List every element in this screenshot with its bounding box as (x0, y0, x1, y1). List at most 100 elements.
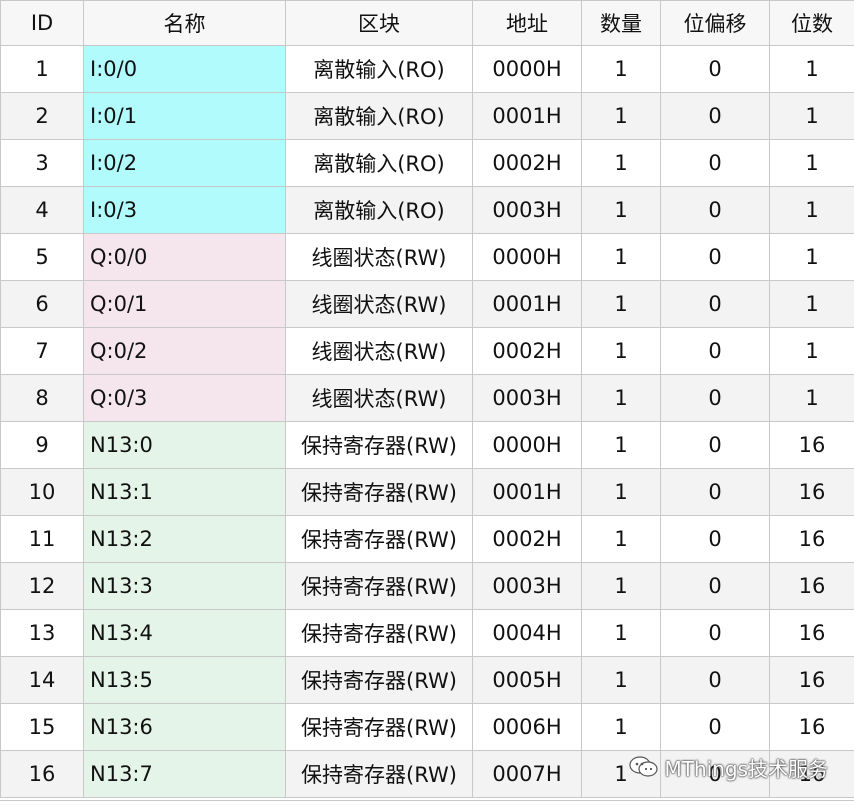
column-header-address[interactable]: 地址 (472, 0, 582, 46)
cell-name[interactable]: N13:3 (83, 562, 286, 610)
cell-id[interactable]: 9 (0, 421, 84, 469)
cell-bit-offset[interactable]: 0 (660, 421, 770, 469)
cell-address[interactable]: 0004H (472, 609, 582, 657)
cell-bits[interactable]: 16 (769, 421, 854, 469)
cell-name[interactable]: N13:5 (83, 656, 286, 704)
cell-count[interactable]: 1 (581, 92, 661, 140)
table-row[interactable]: 16 N13:7 保持寄存器(RW) 0007H 1 0 16 (0, 750, 854, 798)
cell-bit-offset[interactable]: 0 (660, 280, 770, 328)
table-row[interactable]: 10 N13:1 保持寄存器(RW) 0001H 1 0 16 (0, 468, 854, 516)
cell-bits[interactable]: 1 (769, 280, 854, 328)
cell-bit-offset[interactable]: 0 (660, 562, 770, 610)
table-row[interactable]: 9 N13:0 保持寄存器(RW) 0000H 1 0 16 (0, 421, 854, 469)
cell-name[interactable]: I:0/1 (83, 92, 286, 140)
cell-address[interactable]: 0006H (472, 703, 582, 751)
cell-block[interactable]: 保持寄存器(RW) (285, 562, 473, 610)
cell-bits[interactable]: 16 (769, 656, 854, 704)
cell-bit-offset[interactable]: 0 (660, 468, 770, 516)
cell-id[interactable]: 8 (0, 374, 84, 422)
cell-count[interactable]: 1 (581, 703, 661, 751)
cell-name[interactable]: Q:0/0 (83, 233, 286, 281)
cell-count[interactable]: 1 (581, 186, 661, 234)
cell-block[interactable]: 离散输入(RO) (285, 186, 473, 234)
cell-bit-offset[interactable]: 0 (660, 515, 770, 563)
cell-name[interactable]: Q:0/1 (83, 280, 286, 328)
table-row[interactable]: 1 I:0/0 离散输入(RO) 0000H 1 0 1 (0, 45, 854, 93)
table-row[interactable]: 12 N13:3 保持寄存器(RW) 0003H 1 0 16 (0, 562, 854, 610)
cell-name[interactable]: I:0/3 (83, 186, 286, 234)
cell-count[interactable]: 1 (581, 233, 661, 281)
cell-bits[interactable]: 16 (769, 468, 854, 516)
cell-bit-offset[interactable]: 0 (660, 703, 770, 751)
cell-address[interactable]: 0001H (472, 280, 582, 328)
table-row[interactable]: 15 N13:6 保持寄存器(RW) 0006H 1 0 16 (0, 703, 854, 751)
cell-name[interactable]: I:0/0 (83, 45, 286, 93)
cell-count[interactable]: 1 (581, 468, 661, 516)
cell-id[interactable]: 10 (0, 468, 84, 516)
cell-bit-offset[interactable]: 0 (660, 139, 770, 187)
cell-id[interactable]: 7 (0, 327, 84, 375)
cell-count[interactable]: 1 (581, 656, 661, 704)
cell-block[interactable]: 保持寄存器(RW) (285, 750, 473, 798)
cell-address[interactable]: 0005H (472, 656, 582, 704)
cell-bit-offset[interactable]: 0 (660, 233, 770, 281)
column-header-bits[interactable]: 位数 (769, 0, 854, 46)
cell-id[interactable]: 12 (0, 562, 84, 610)
cell-bits[interactable]: 1 (769, 374, 854, 422)
cell-bit-offset[interactable]: 0 (660, 327, 770, 375)
column-header-block[interactable]: 区块 (285, 0, 473, 46)
cell-count[interactable]: 1 (581, 609, 661, 657)
cell-block[interactable]: 保持寄存器(RW) (285, 656, 473, 704)
cell-count[interactable]: 1 (581, 280, 661, 328)
cell-name[interactable]: N13:6 (83, 703, 286, 751)
cell-id[interactable]: 11 (0, 515, 84, 563)
table-row[interactable]: 8 Q:0/3 线圈状态(RW) 0003H 1 0 1 (0, 374, 854, 422)
table-row[interactable]: 5 Q:0/0 线圈状态(RW) 0000H 1 0 1 (0, 233, 854, 281)
cell-block[interactable]: 线圈状态(RW) (285, 280, 473, 328)
cell-count[interactable]: 1 (581, 562, 661, 610)
cell-id[interactable]: 13 (0, 609, 84, 657)
column-header-name[interactable]: 名称 (83, 0, 286, 46)
cell-bits[interactable]: 16 (769, 562, 854, 610)
cell-block[interactable]: 离散输入(RO) (285, 92, 473, 140)
cell-address[interactable]: 0002H (472, 139, 582, 187)
cell-address[interactable]: 0003H (472, 186, 582, 234)
cell-count[interactable]: 1 (581, 327, 661, 375)
cell-name[interactable]: N13:7 (83, 750, 286, 798)
cell-block[interactable]: 保持寄存器(RW) (285, 421, 473, 469)
cell-block[interactable]: 保持寄存器(RW) (285, 468, 473, 516)
cell-address[interactable]: 0001H (472, 92, 582, 140)
cell-address[interactable]: 0001H (472, 468, 582, 516)
cell-block[interactable]: 保持寄存器(RW) (285, 703, 473, 751)
table-row[interactable]: 6 Q:0/1 线圈状态(RW) 0001H 1 0 1 (0, 280, 854, 328)
cell-bits[interactable]: 16 (769, 750, 854, 798)
cell-name[interactable]: Q:0/2 (83, 327, 286, 375)
cell-bits[interactable]: 1 (769, 139, 854, 187)
table-row[interactable]: 2 I:0/1 离散输入(RO) 0001H 1 0 1 (0, 92, 854, 140)
table-row[interactable]: 7 Q:0/2 线圈状态(RW) 0002H 1 0 1 (0, 327, 854, 375)
cell-address[interactable]: 0007H (472, 750, 582, 798)
cell-bits[interactable]: 1 (769, 45, 854, 93)
cell-block[interactable]: 保持寄存器(RW) (285, 609, 473, 657)
cell-bit-offset[interactable]: 0 (660, 750, 770, 798)
cell-address[interactable]: 0000H (472, 45, 582, 93)
table-row[interactable]: 13 N13:4 保持寄存器(RW) 0004H 1 0 16 (0, 609, 854, 657)
cell-address[interactable]: 0002H (472, 327, 582, 375)
table-row[interactable]: 11 N13:2 保持寄存器(RW) 0002H 1 0 16 (0, 515, 854, 563)
table-row[interactable]: 3 I:0/2 离散输入(RO) 0002H 1 0 1 (0, 139, 854, 187)
cell-id[interactable]: 3 (0, 139, 84, 187)
cell-name[interactable]: I:0/2 (83, 139, 286, 187)
cell-bits[interactable]: 16 (769, 609, 854, 657)
cell-block[interactable]: 离散输入(RO) (285, 45, 473, 93)
cell-count[interactable]: 1 (581, 515, 661, 563)
cell-id[interactable]: 14 (0, 656, 84, 704)
table-row[interactable]: 4 I:0/3 离散输入(RO) 0003H 1 0 1 (0, 186, 854, 234)
cell-count[interactable]: 1 (581, 421, 661, 469)
cell-address[interactable]: 0000H (472, 233, 582, 281)
cell-id[interactable]: 5 (0, 233, 84, 281)
cell-bit-offset[interactable]: 0 (660, 45, 770, 93)
cell-count[interactable]: 1 (581, 139, 661, 187)
column-header-count[interactable]: 数量 (581, 0, 661, 46)
cell-id[interactable]: 4 (0, 186, 84, 234)
cell-id[interactable]: 1 (0, 45, 84, 93)
